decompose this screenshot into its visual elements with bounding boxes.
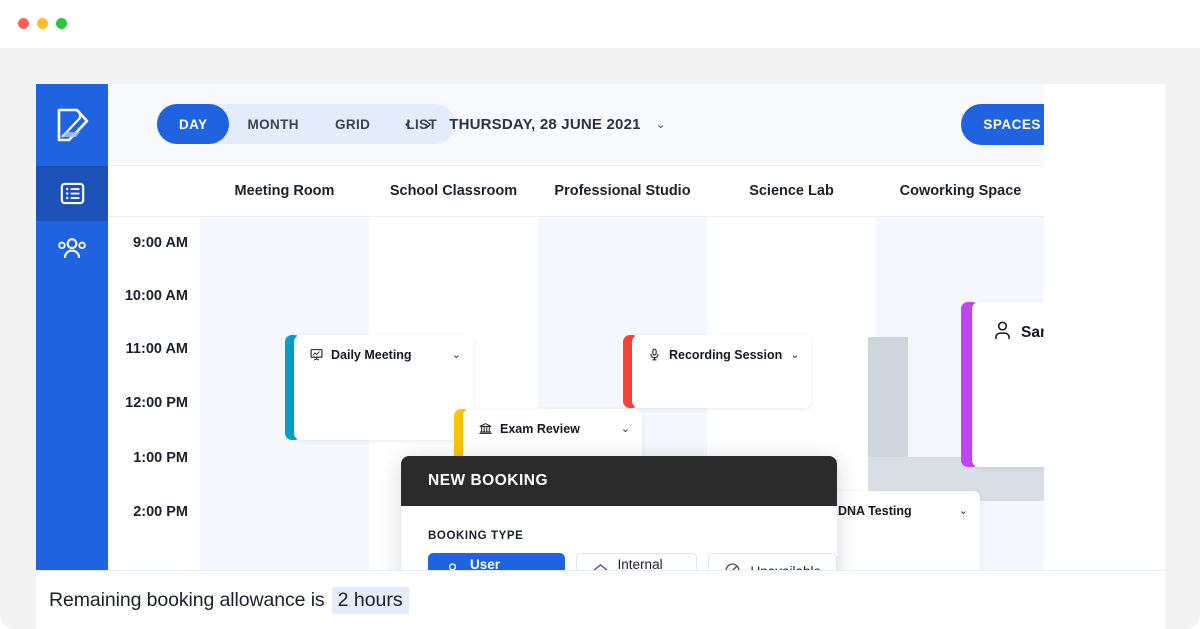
time-gutter: 9:00 AM 10:00 AM 11:00 AM 12:00 PM 1:00 … (108, 217, 200, 581)
view-tab-grid[interactable]: GRID (317, 104, 388, 144)
view-tab-day[interactable]: DAY (157, 104, 230, 144)
microphone-icon (648, 348, 661, 366)
chevron-down-icon[interactable]: ⌄ (959, 504, 968, 517)
column-header-school-classroom[interactable]: School Classroom (369, 166, 538, 216)
time-label: 11:00 AM (125, 341, 188, 357)
column-header-science-lab[interactable]: Science Lab (707, 166, 876, 216)
booking-type-label: BOOKING TYPE (428, 530, 524, 542)
allowance-value: 2 hours (331, 586, 409, 614)
space-column-headers: Meeting Room School Classroom Profession… (108, 166, 1120, 217)
time-label: 10:00 AM (124, 288, 188, 304)
minimize-window-icon[interactable] (37, 18, 48, 29)
event-title: Daily Meeting (331, 348, 412, 362)
logo-mark-icon (57, 108, 89, 142)
nav-rail (36, 84, 108, 629)
current-date-label: THURSDAY, 28 JUNE 2021 (449, 115, 641, 133)
time-label: 1:00 PM (133, 450, 188, 466)
event-title: Exam Review (500, 422, 580, 436)
traffic-lights (18, 18, 67, 29)
maximize-window-icon[interactable] (56, 18, 67, 29)
event-title: Recording Session (669, 348, 783, 362)
modal-title: NEW BOOKING (428, 472, 549, 489)
chevron-down-icon[interactable]: ⌄ (790, 348, 799, 361)
time-label: 9:00 AM (132, 235, 188, 251)
date-navigator: ‹ › THURSDAY, 28 JUNE 2021 ⌄ (404, 104, 666, 144)
person-icon (992, 320, 1013, 346)
modal-header: NEW BOOKING (401, 456, 837, 506)
column-header-professional-studio[interactable]: Professional Studio (538, 166, 707, 216)
chevron-down-icon[interactable]: ⌄ (621, 422, 630, 435)
bank-building-icon (479, 422, 492, 440)
drag-ghost-left (868, 337, 908, 467)
column-header-meeting-room[interactable]: Meeting Room (200, 166, 369, 216)
chevron-down-icon[interactable]: ⌄ (656, 117, 666, 131)
view-tab-month[interactable]: MONTH (229, 104, 317, 144)
previous-day-button[interactable]: ‹ (404, 114, 412, 134)
next-day-button[interactable]: › (425, 114, 433, 134)
people-icon (58, 237, 86, 258)
list-icon (60, 182, 84, 205)
toolbar: DAY MONTH GRID LIST ‹ › THURSDAY, 28 JUN… (108, 84, 1165, 166)
event-title: DNA Testing (838, 504, 912, 518)
allowance-text: Remaining booking allowance is (49, 588, 325, 611)
column-header-coworking-space[interactable]: Coworking Space (876, 166, 1045, 216)
time-label: 12:00 PM (125, 395, 188, 411)
presentation-board-icon (310, 348, 323, 366)
chevron-down-icon[interactable]: ⌄ (452, 348, 461, 361)
sidebar-item-users[interactable] (36, 221, 108, 276)
browser-titlebar (0, 0, 1200, 48)
allowance-bar: Remaining booking allowance is 2 hours (36, 570, 1165, 629)
header-gutter-spacer (108, 166, 200, 216)
browser-window: DAY MONTH GRID LIST ‹ › THURSDAY, 28 JUN… (0, 0, 1200, 629)
app-logo[interactable] (36, 84, 108, 166)
spaces-button-label: SPACES (983, 117, 1041, 132)
time-label: 2:00 PM (133, 504, 188, 520)
sidebar-item-bookings[interactable] (36, 166, 108, 221)
event-card-daily-meeting[interactable]: Daily Meeting ⌄ (285, 335, 473, 440)
booking-app: DAY MONTH GRID LIST ‹ › THURSDAY, 28 JUN… (36, 84, 1165, 629)
right-side-panel (1044, 84, 1165, 629)
close-window-icon[interactable] (18, 18, 29, 29)
event-card-recording-session[interactable]: Recording Session ⌄ (623, 335, 812, 408)
